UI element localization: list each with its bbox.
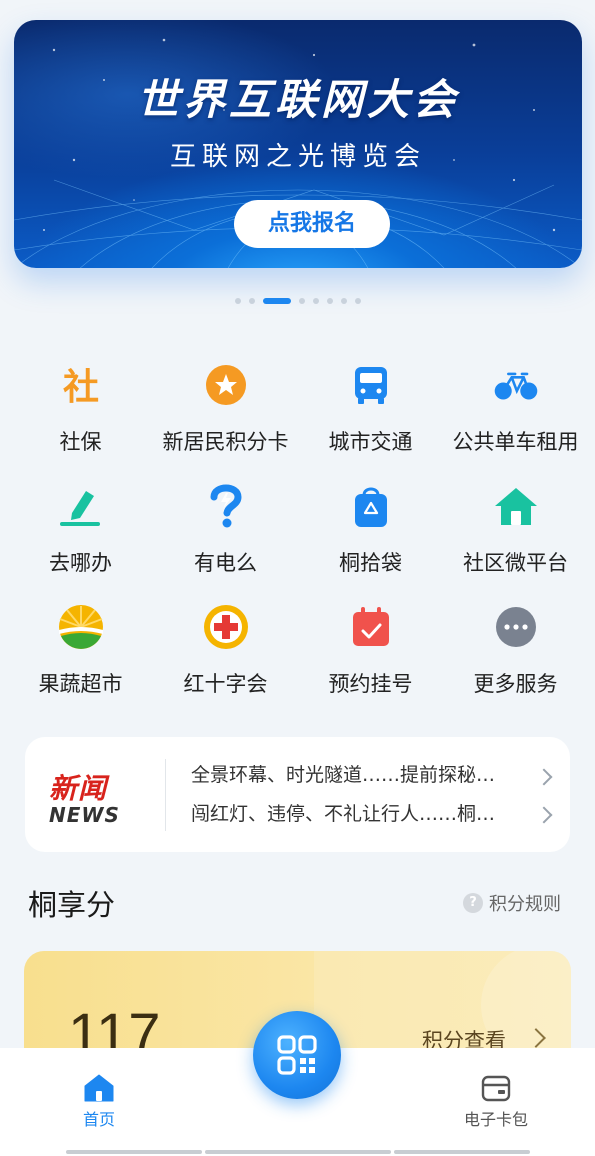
qr-code-icon [277, 1035, 317, 1075]
carousel-dot [248, 298, 255, 304]
more-dots-icon [493, 604, 539, 650]
recycle-bag-icon [348, 483, 394, 529]
service-red-cross[interactable]: 红十字会 [153, 602, 298, 723]
banner-subtitle: 互联网之光博览会 [169, 142, 426, 172]
house-icon [493, 483, 539, 529]
produce-market-icon [58, 604, 104, 650]
wallet-icon [481, 1075, 511, 1102]
tab-wallet[interactable]: 电子卡包 [446, 1074, 546, 1130]
tab-home[interactable]: 首页 [49, 1074, 149, 1130]
service-community-platform[interactable]: 社区微平台 [443, 481, 588, 602]
calendar-check-icon [348, 604, 394, 650]
qr-scan-button[interactable] [253, 1011, 341, 1099]
bus-icon [348, 362, 394, 408]
news-headline-1[interactable]: 全景环幕、时光隧道……提前探秘… [191, 758, 551, 792]
service-resident-points-card[interactable]: 新居民积分卡 [153, 360, 298, 481]
points-rules-label: 积分规则 [489, 894, 561, 915]
home-indicator [394, 1150, 530, 1154]
carousel-dot [326, 298, 333, 304]
service-appointment[interactable]: 预约挂号 [298, 602, 443, 723]
question-bolt-icon [203, 483, 249, 529]
event-banner[interactable]: 世界互联网大会 互联网之光博览会 点我报名 [14, 20, 582, 268]
carousel-dot-active [262, 298, 291, 304]
news-logo: 新闻 NEWS [49, 772, 120, 827]
carousel-dot [340, 298, 347, 304]
service-power-check[interactable]: 有电么 [153, 481, 298, 602]
points-rules-link[interactable]: ? 积分规则 [463, 890, 561, 916]
bicycle-icon [493, 362, 539, 408]
service-where-to-go[interactable]: 去哪办 [8, 481, 153, 602]
service-recycle-bag[interactable]: 桐拾袋 [298, 481, 443, 602]
news-divider [165, 759, 166, 831]
service-social-security[interactable]: 社 社保 [8, 360, 153, 481]
home-indicator [205, 1150, 391, 1154]
carousel-dot [298, 298, 305, 304]
service-grid: 社 社保 新居民积分卡 城市交通 公共单车租用 去哪办 有电么 桐拾袋 社区微平… [8, 360, 588, 723]
social-security-icon: 社 [58, 362, 104, 408]
pen-icon [58, 483, 104, 529]
service-produce-market[interactable]: 果蔬超市 [8, 602, 153, 723]
banner-title: 世界互联网大会 [136, 75, 459, 124]
service-city-transport[interactable]: 城市交通 [298, 360, 443, 481]
home-indicator [66, 1150, 202, 1154]
section-title: 桐享分 [28, 888, 116, 922]
service-more[interactable]: 更多服务 [443, 602, 588, 723]
star-badge-icon [203, 362, 249, 408]
carousel-dot [354, 298, 361, 304]
service-public-bike[interactable]: 公共单车租用 [443, 360, 588, 481]
news-card: 新闻 NEWS 全景环幕、时光隧道……提前探秘… 闯红灯、违停、不礼让行人……桐… [25, 737, 570, 852]
carousel-dot [312, 298, 319, 304]
red-cross-icon [203, 604, 249, 650]
home-icon [84, 1074, 114, 1102]
carousel-indicator [0, 297, 595, 305]
news-headline-2[interactable]: 闯红灯、违停、不礼让行人……桐… [191, 797, 551, 831]
question-icon: ? [463, 893, 483, 913]
register-button[interactable]: 点我报名 [234, 200, 390, 248]
carousel-dot [234, 298, 241, 304]
svg-text:社: 社 [62, 367, 98, 407]
